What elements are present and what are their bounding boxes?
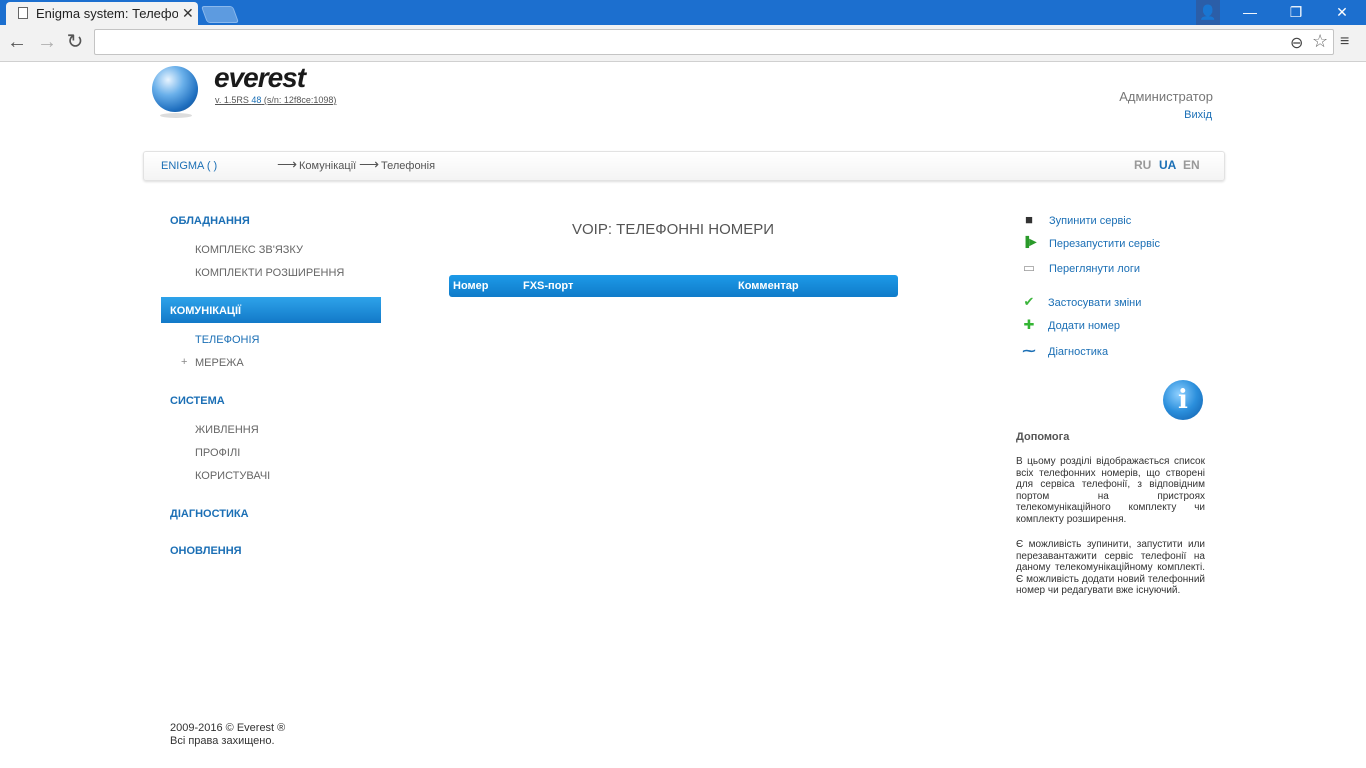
column-header-comment[interactable]: Комментар <box>738 280 799 292</box>
breadcrumb-item-communications[interactable]: Комунікації <box>299 160 356 172</box>
phone-numbers-table-header: Номер FXS-порт Комментар <box>449 275 898 297</box>
column-header-fxs-port[interactable]: FXS-порт <box>523 280 573 292</box>
globe-logo-icon <box>152 66 198 112</box>
clipboard-icon: ▭ <box>1022 260 1036 275</box>
nav-item-communication-complex[interactable]: КОМПЛЕКС ЗВ'ЯЗКУ <box>195 244 303 256</box>
page-title: VOIP: ТЕЛЕФОННІ НОМЕРИ <box>572 221 775 238</box>
nav-section-updates[interactable]: ОНОВЛЕННЯ <box>170 545 242 557</box>
checkmark-icon: ✔ <box>1023 294 1035 309</box>
restart-service-label: Перезапустити сервіс <box>1049 238 1160 250</box>
breadcrumb: ENIGMA ( ) ⟶ Комунікації ⟶ Телефонія RU … <box>143 151 1225 181</box>
breadcrumb-root-link[interactable]: ENIGMA ( ) <box>161 160 217 172</box>
apply-changes-label: Застосувати зміни <box>1048 297 1142 309</box>
diagnostics-label: Діагностика <box>1048 346 1109 358</box>
nav-section-communications-label: КОМУНІКАЦІЇ <box>170 305 242 317</box>
breadcrumb-arrow-icon: ⟶ <box>277 156 298 172</box>
lang-ua-link[interactable]: UA <box>1159 158 1176 172</box>
maximize-button[interactable]: ❐ <box>1276 0 1316 25</box>
version-build: 48 <box>251 95 262 105</box>
logout-link[interactable]: Вихід <box>1184 109 1212 121</box>
lang-ru-link[interactable]: RU <box>1134 158 1151 172</box>
footer-line-1: 2009-2016 © Everest ® <box>170 722 286 734</box>
version-prefix: v. 1.5RS <box>215 95 252 105</box>
version-serial: (s/n: 12f8ce:1098) <box>261 95 337 105</box>
stop-icon: ■ <box>1025 212 1033 227</box>
tab-close-icon[interactable]: ✕ <box>182 5 194 22</box>
back-button[interactable]: ← <box>6 31 28 53</box>
nav-item-expansion-kits[interactable]: КОМПЛЕКТИ РОЗШИРЕННЯ <box>195 267 344 279</box>
nav-item-network[interactable]: МЕРЕЖА <box>195 357 244 369</box>
bookmark-star-icon[interactable]: ☆ <box>1312 31 1328 52</box>
current-user-name: Администратор <box>1119 89 1213 104</box>
footer-line-2: Всі права захищено. <box>170 735 275 747</box>
nav-item-users[interactable]: КОРИСТУВАЧІ <box>195 470 270 482</box>
nav-item-telephony[interactable]: ТЕЛЕФОНІЯ <box>195 334 259 346</box>
browser-toolbar: ← → ↻ ⊖ ☆ ≡ <box>0 25 1366 62</box>
pulse-icon: ⁓ <box>1022 343 1036 358</box>
stop-service-label: Зупинити сервіс <box>1049 215 1132 227</box>
help-paragraph-1: В цьому розділі відображається список вс… <box>1016 456 1205 525</box>
expand-plus-icon[interactable]: + <box>181 356 187 368</box>
browser-titlebar: Enigma system: Телефонія ✕ 👤 — ❐ ✕ <box>0 0 1366 25</box>
user-profile-button[interactable]: 👤 <box>1196 0 1220 25</box>
lang-en-link[interactable]: EN <box>1183 158 1200 172</box>
add-number-label: Додати номер <box>1048 320 1120 332</box>
nav-item-power[interactable]: ЖИВЛЕННЯ <box>195 424 259 436</box>
nav-section-equipment[interactable]: ОБЛАДНАННЯ <box>170 215 250 227</box>
forward-button[interactable]: → <box>36 31 58 53</box>
restart-icon: ▐▶ <box>1022 237 1037 248</box>
breadcrumb-item-telephony: Телефонія <box>381 160 436 172</box>
browser-tab[interactable]: Enigma system: Телефонія ✕ <box>6 2 198 25</box>
version-link[interactable]: v. 1.5RS 48 (s/n: 12f8ce:1098) <box>215 95 336 105</box>
nav-section-communications[interactable]: КОМУНІКАЦІЇ <box>161 297 381 323</box>
help-paragraph-2: Є можливість зупинити, запустити или пер… <box>1016 539 1205 596</box>
browser-menu-icon[interactable]: ≡ <box>1340 33 1349 51</box>
reload-button[interactable]: ↻ <box>64 31 86 53</box>
breadcrumb-arrow-icon: ⟶ <box>359 156 380 172</box>
nav-section-system[interactable]: СИСТЕМА <box>170 395 225 407</box>
info-icon: i <box>1163 380 1203 420</box>
view-logs-label: Переглянути логи <box>1049 263 1141 275</box>
address-bar[interactable] <box>94 29 1334 55</box>
new-tab-button[interactable] <box>200 6 240 23</box>
nav-section-diagnostics[interactable]: ДІАГНОСТИКА <box>170 508 249 520</box>
footer-copyright: 2009-2016 © Everest ® Всі права захищено… <box>170 722 285 748</box>
zoom-icon[interactable]: ⊖ <box>1290 33 1303 53</box>
document-icon <box>18 7 28 19</box>
logo-shadow <box>160 113 192 118</box>
nav-item-profiles[interactable]: ПРОФІЛІ <box>195 447 240 459</box>
plus-icon: ✚ <box>1023 317 1035 332</box>
close-window-button[interactable]: ✕ <box>1322 0 1362 25</box>
minimize-button[interactable]: — <box>1230 0 1270 25</box>
tab-title: Enigma system: Телефонія <box>36 6 178 21</box>
help-title: Допомога <box>1016 431 1070 443</box>
column-header-number[interactable]: Номер <box>453 280 489 292</box>
brand-logo-text: everest <box>214 62 306 93</box>
